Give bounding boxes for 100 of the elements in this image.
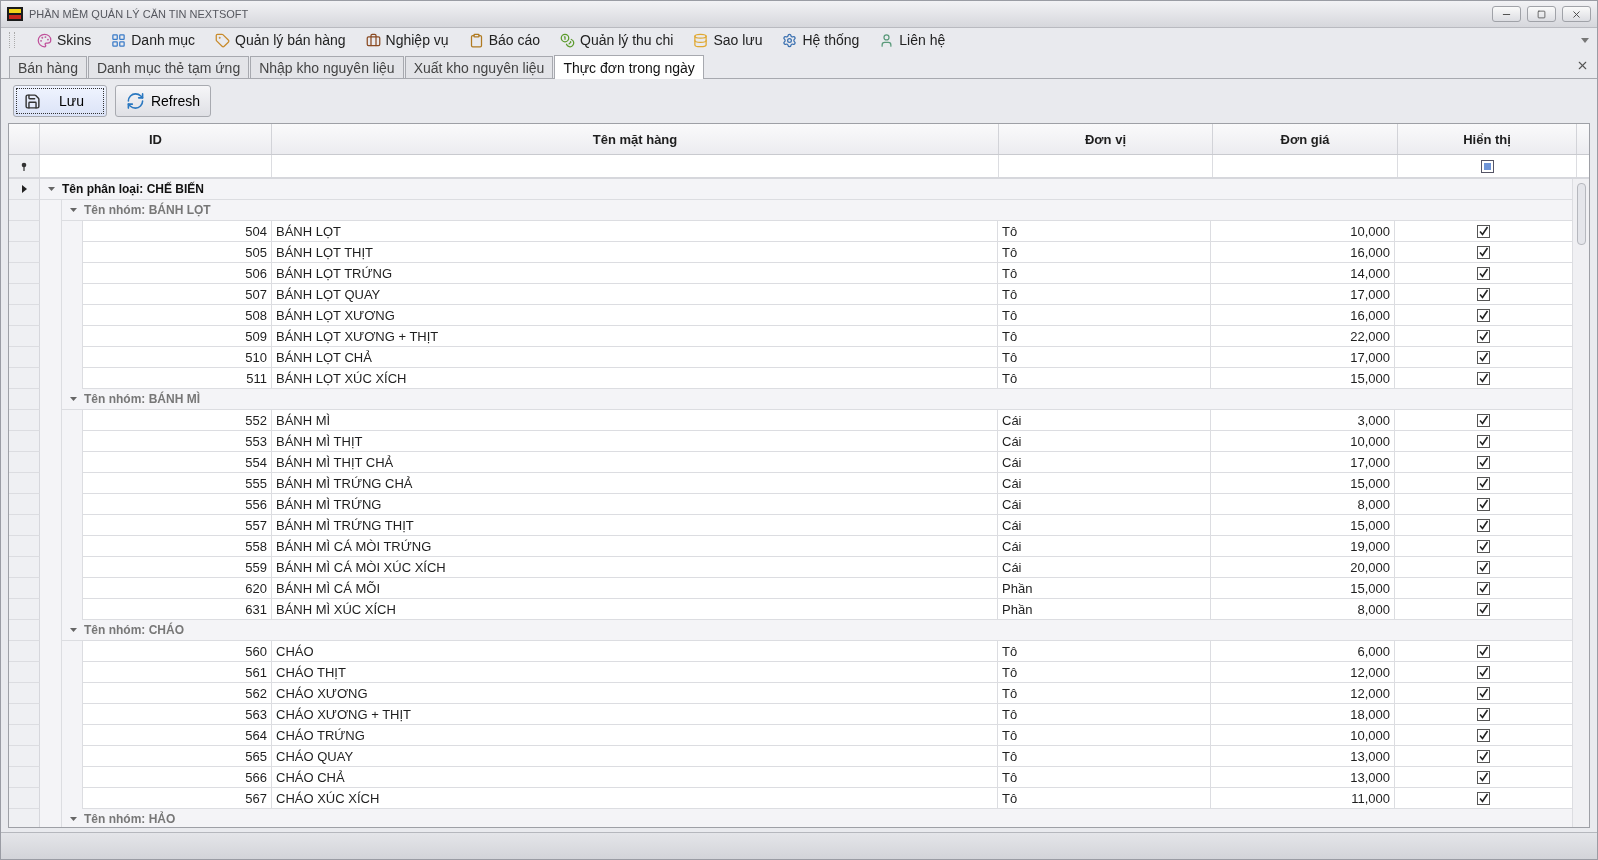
group-row[interactable]: Tên nhóm: BÁNH MÌ <box>62 389 1572 410</box>
table-cell: 562 <box>83 683 272 704</box>
table-cell: 10,000 <box>1211 221 1395 242</box>
column-header[interactable]: Hiển thị <box>1398 124 1577 154</box>
tab[interactable]: Thực đơn trong ngày <box>554 55 704 79</box>
table-cell: 16,000 <box>1211 305 1395 326</box>
table-cell: 10,000 <box>1211 431 1395 452</box>
table-cell: Cái <box>998 431 1211 452</box>
table-cell: Tô <box>998 662 1211 683</box>
table-cell: 620 <box>83 578 272 599</box>
table-cell: Tô <box>998 242 1211 263</box>
table-cell: Cái <box>998 452 1211 473</box>
group-row[interactable]: Tên nhóm: BÁNH LỌT <box>62 200 1572 221</box>
tab[interactable]: Xuất kho nguyên liệu <box>404 56 554 78</box>
table-cell: 15,000 <box>1211 578 1395 599</box>
table-cell: 17,000 <box>1211 452 1395 473</box>
table-cell: 12,000 <box>1211 662 1395 683</box>
menu-item[interactable]: Nghiệp vụ <box>357 32 457 48</box>
table-cell: BÁNH LỌT <box>272 221 998 242</box>
tab[interactable]: Nhập kho nguyên liệu <box>250 56 404 78</box>
table-cell: 552 <box>83 410 272 431</box>
menu-item[interactable]: Quản lý thu chi <box>552 32 682 48</box>
table-cell: 504 <box>83 221 272 242</box>
table-cell: 557 <box>83 515 272 536</box>
table-cell: Tô <box>998 767 1211 788</box>
menu-item[interactable]: Danh mục <box>103 32 204 48</box>
table-cell: 565 <box>83 746 272 767</box>
table-cell: CHÁO XƯƠNG + THỊT <box>272 704 998 725</box>
table-cell: BÁNH MÌ TRỨNG CHẢ <box>272 473 998 494</box>
table-cell: Tô <box>998 284 1211 305</box>
column-header[interactable]: Đơn giá <box>1213 124 1398 154</box>
table-cell: 510 <box>83 347 272 368</box>
group-label: Tên nhóm: CHÁO <box>84 623 184 637</box>
table-cell: 18,000 <box>1211 704 1395 725</box>
table-cell: 554 <box>83 452 272 473</box>
table-cell: Tô <box>998 641 1211 662</box>
table-cell: 505 <box>83 242 272 263</box>
tab[interactable]: Danh mục thẻ tạm ứng <box>87 56 250 78</box>
table-cell: Tô <box>998 683 1211 704</box>
table-cell: CHÁO <box>272 641 998 662</box>
menu-item[interactable]: Liên hệ <box>871 32 954 48</box>
table-cell: Cái <box>998 515 1211 536</box>
tab[interactable]: Bán hàng <box>9 56 87 78</box>
table-cell: CHÁO CHẢ <box>272 767 998 788</box>
table-cell: 13,000 <box>1211 746 1395 767</box>
table-cell: 507 <box>83 284 272 305</box>
table-cell: 509 <box>83 326 272 347</box>
table-cell: BÁNH MÌ <box>272 410 998 431</box>
column-header[interactable]: Tên mặt hàng <box>272 124 999 154</box>
table-cell: Tô <box>998 305 1211 326</box>
group-label: Tên nhóm: BÁNH LỌT <box>84 203 211 217</box>
table-cell: 508 <box>83 305 272 326</box>
table-cell: Cái <box>998 494 1211 515</box>
table-cell: 17,000 <box>1211 347 1395 368</box>
table-cell: 20,000 <box>1211 557 1395 578</box>
table-cell: 555 <box>83 473 272 494</box>
menu-item[interactable]: Quản lý bán hàng <box>207 32 354 48</box>
table-cell: 16,000 <box>1211 242 1395 263</box>
table-cell: Cái <box>998 557 1211 578</box>
table-cell: BÁNH LỌT XƯƠNG <box>272 305 998 326</box>
menu-item[interactable]: Skins <box>29 32 100 48</box>
column-header[interactable]: Đơn vị <box>999 124 1213 154</box>
column-header[interactable]: ID <box>40 124 272 154</box>
group-row[interactable]: Tên nhóm: CHÁO <box>62 620 1572 641</box>
table-cell: 10,000 <box>1211 725 1395 746</box>
table-cell: BÁNH MÌ THỊT <box>272 431 998 452</box>
table-cell: 12,000 <box>1211 683 1395 704</box>
group-row[interactable]: Tên nhóm: HẢO <box>62 809 1572 827</box>
table-cell: 558 <box>83 536 272 557</box>
table-cell: 14,000 <box>1211 263 1395 284</box>
table-cell: Tô <box>998 326 1211 347</box>
table-cell: 561 <box>83 662 272 683</box>
table-cell: 566 <box>83 767 272 788</box>
table-cell: BÁNH MÌ CÁ MÒI XÚC XÍCH <box>272 557 998 578</box>
table-cell: Cái <box>998 410 1211 431</box>
table-cell: BÁNH MÌ THỊT CHẢ <box>272 452 998 473</box>
table-cell: Tô <box>998 263 1211 284</box>
table-cell: 17,000 <box>1211 284 1395 305</box>
table-cell: 15,000 <box>1211 515 1395 536</box>
table-cell: 553 <box>83 431 272 452</box>
refresh-button[interactable]: Refresh <box>115 85 211 117</box>
table-cell: 3,000 <box>1211 410 1395 431</box>
table-cell: 559 <box>83 557 272 578</box>
table-cell: Cái <box>998 536 1211 557</box>
table-cell: Tô <box>998 746 1211 767</box>
table-cell: BÁNH MÌ TRỨNG THỊT <box>272 515 998 536</box>
table-cell: Tô <box>998 347 1211 368</box>
menu-item[interactable]: Hệ thống <box>774 32 868 48</box>
table-cell: BÁNH LỌT XƯƠNG + THỊT <box>272 326 998 347</box>
save-button[interactable]: Lưu <box>13 85 107 117</box>
table-cell: CHÁO TRỨNG <box>272 725 998 746</box>
menu-item[interactable]: Báo cáo <box>460 32 548 48</box>
table-cell: 8,000 <box>1211 494 1395 515</box>
category-label: Tên phân loại: CHẾ BIẾN <box>62 182 204 196</box>
table-cell: 19,000 <box>1211 536 1395 557</box>
category-row[interactable]: Tên phân loại: CHẾ BIẾN <box>40 179 1572 200</box>
group-label: Tên nhóm: BÁNH MÌ <box>84 392 200 406</box>
menu-item[interactable]: Sao lưu <box>685 32 771 48</box>
table-cell: BÁNH LỌT QUAY <box>272 284 998 305</box>
table-cell: Cái <box>998 473 1211 494</box>
